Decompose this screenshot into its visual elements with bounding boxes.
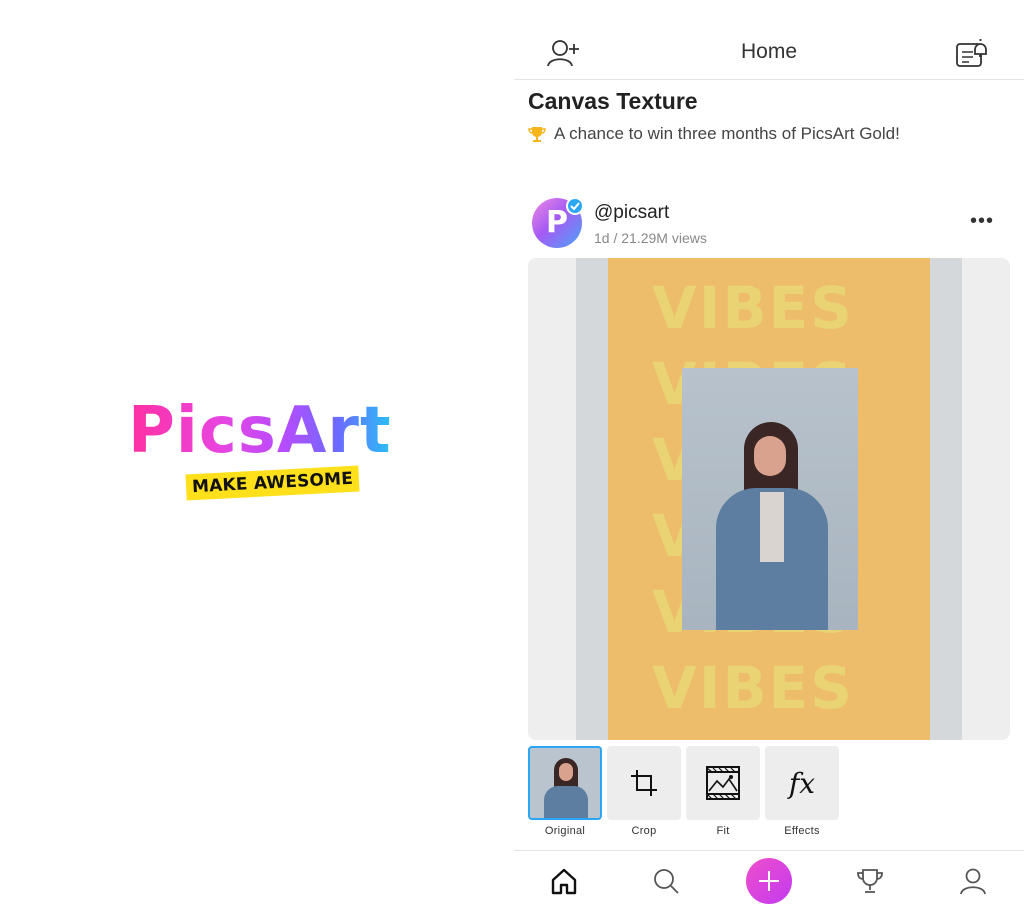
nav-search[interactable] (644, 859, 688, 903)
plus-icon (759, 871, 779, 891)
page-title: Home (740, 40, 798, 63)
tool-effects[interactable]: fx Effects (765, 746, 839, 837)
home-icon (551, 868, 577, 895)
tool-label: Effects (784, 825, 820, 837)
challenge-subtitle-text: A chance to win three months of PicsArt … (554, 124, 900, 143)
top-bar: Home (514, 0, 1024, 80)
tool-label: Crop (631, 825, 657, 837)
fx-icon: fx (788, 766, 816, 800)
tool-label: Fit (716, 825, 730, 837)
app-screen: Home Canvas Texture A chance to win thre… (514, 0, 1024, 910)
search-icon (654, 869, 679, 894)
nav-challenges[interactable] (848, 859, 892, 903)
create-button[interactable] (746, 858, 792, 904)
tool-crop[interactable]: Crop (607, 746, 681, 837)
nav-home[interactable] (542, 859, 586, 903)
verified-badge-icon (566, 197, 584, 215)
post-image[interactable]: VIBES VIBES VIBES VIBES VIBES VIBES (528, 258, 1010, 740)
tool-fit[interactable]: Fit (686, 746, 760, 837)
tool-original[interactable]: Original (528, 746, 602, 837)
profile-icon (960, 868, 986, 895)
nav-profile[interactable] (951, 859, 995, 903)
post-author[interactable]: @picsart (594, 202, 669, 224)
challenge-subtitle[interactable]: A chance to win three months of PicsArt … (528, 124, 900, 144)
tool-label: Original (544, 825, 586, 837)
edit-tools: Original Crop Fit fx Effects (528, 746, 868, 842)
vibes-text: VIBES (652, 654, 855, 722)
notifications-button[interactable] (952, 34, 992, 70)
notifications-icon (956, 39, 987, 67)
splash-panel: PicsArt MAKE AWESOME (0, 0, 512, 910)
portrait-photo (682, 368, 858, 630)
picsart-logo: PicsArt MAKE AWESOME (128, 395, 391, 515)
bottom-nav (514, 850, 1024, 910)
post-meta: 1d / 21.29M views (594, 230, 707, 246)
original-thumbnail (528, 746, 602, 820)
trophy-icon (528, 127, 546, 142)
fit-icon (706, 766, 740, 800)
logo-wordmark: PicsArt (128, 394, 392, 468)
more-options-button[interactable]: ••• (966, 210, 998, 236)
vibes-text: VIBES (652, 274, 855, 342)
logo-tagline: MAKE AWESOME (185, 465, 360, 501)
trophy-icon (857, 869, 883, 893)
challenge-title[interactable]: Canvas Texture (528, 88, 698, 115)
crop-icon (631, 770, 657, 796)
